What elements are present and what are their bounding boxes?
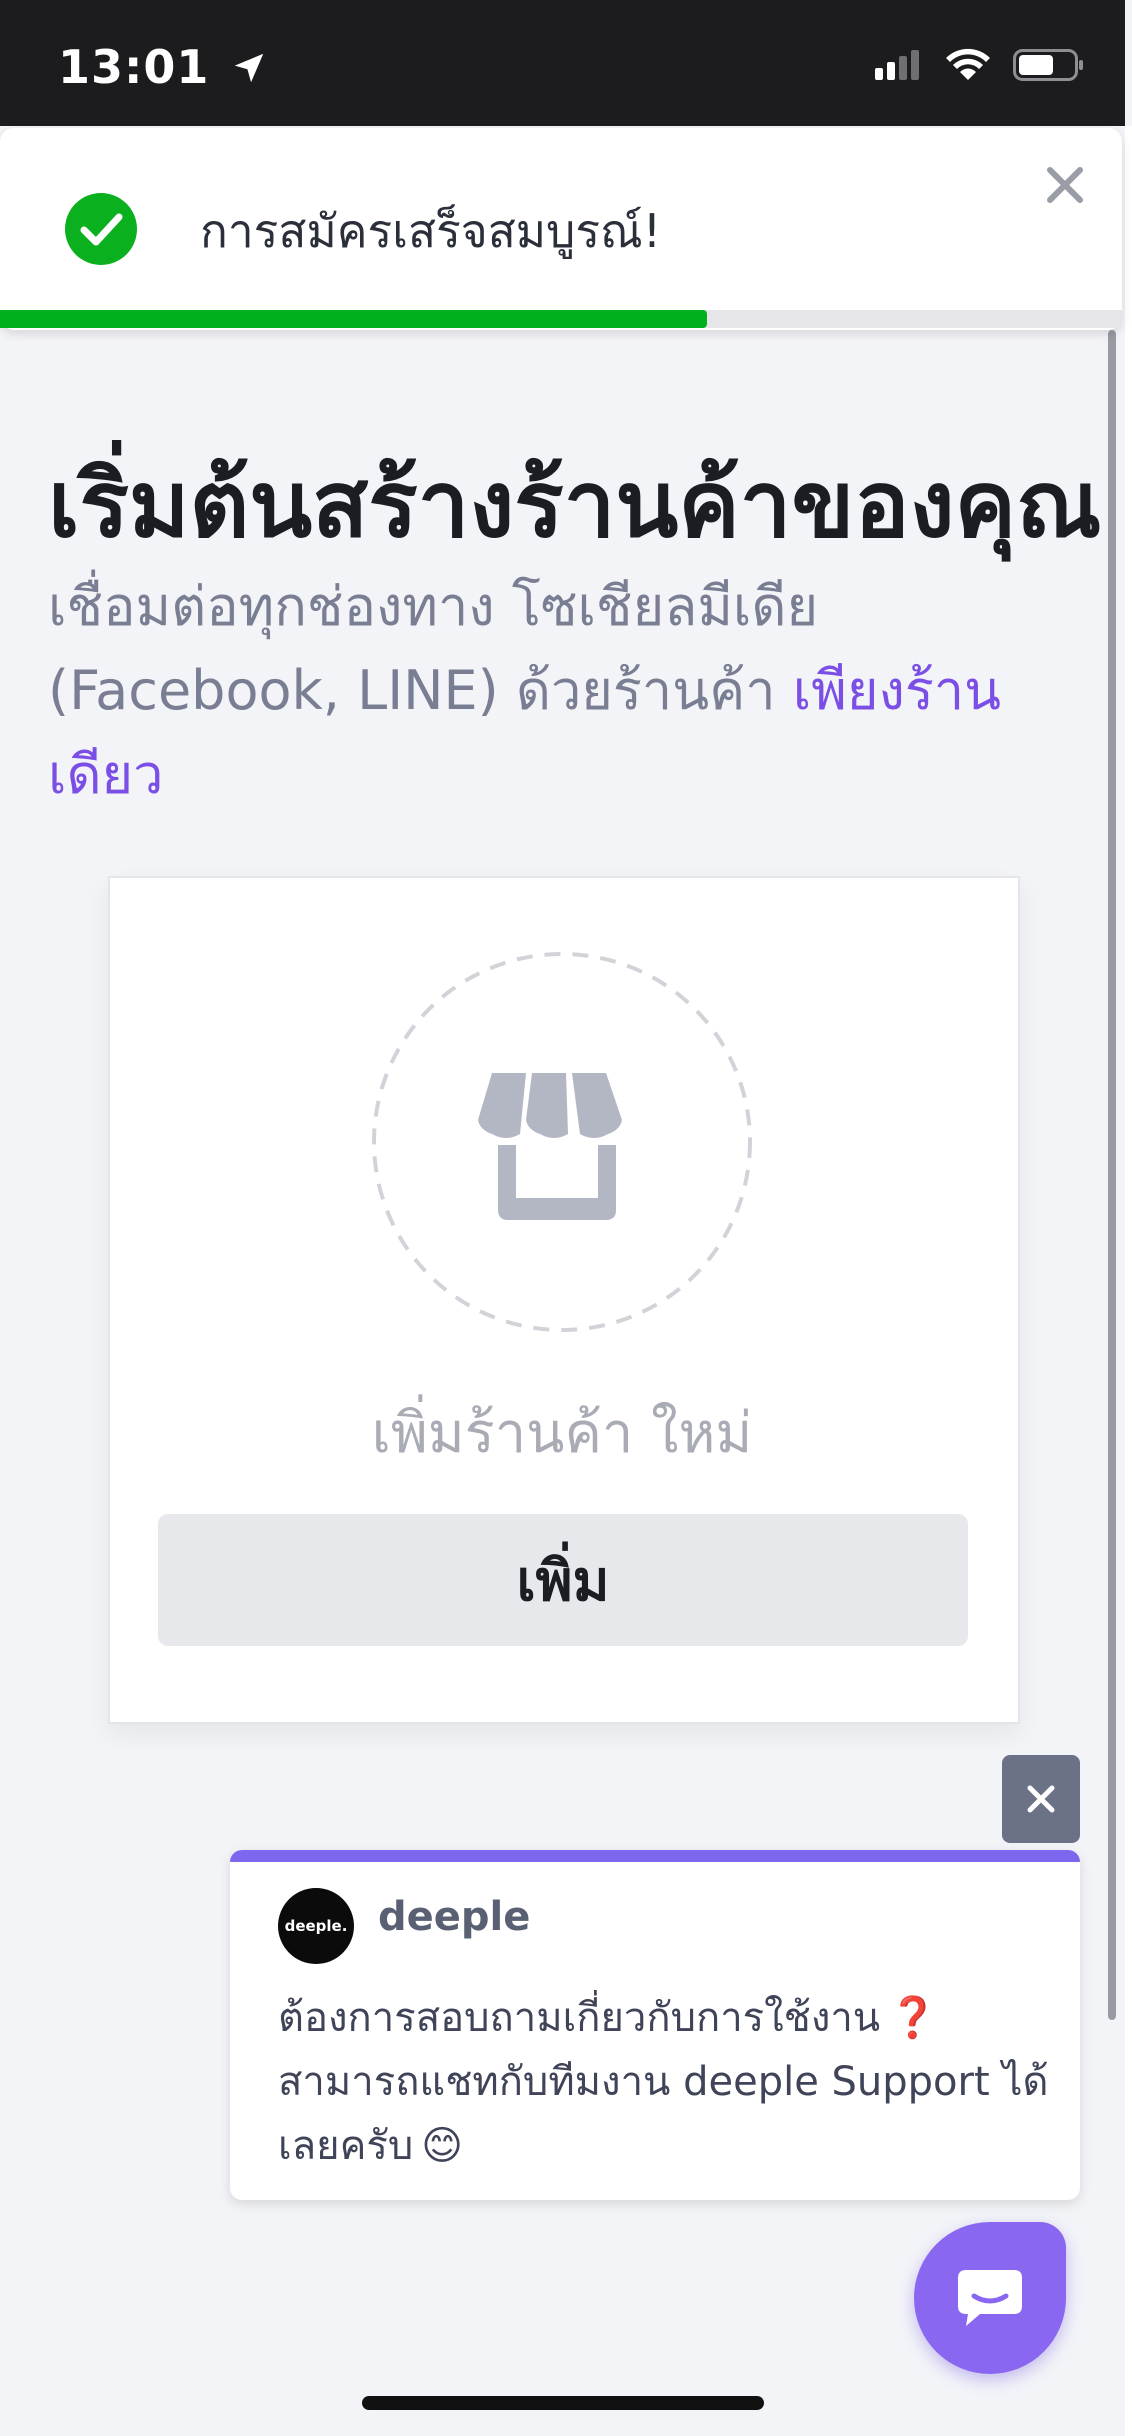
store-icon (478, 1073, 622, 1220)
status-time: 13:01 (58, 40, 268, 94)
avatar: deeple. (278, 1888, 354, 1964)
page-subtitle: เชื่อมต่อทุกช่องทาง โซเชียลมีเดีย (Faceb… (48, 565, 1088, 817)
check-circle-icon (65, 193, 137, 265)
scrollbar[interactable] (1108, 330, 1116, 2020)
chat-message-line-3: เลยครับ 😊 (278, 2114, 1058, 2178)
page-right-edge (1125, 126, 1132, 2436)
smile-emoji-icon: 😊 (421, 2123, 463, 2169)
chat-message: ต้องการสอบถามเกี่ยวกับการใช้งาน ❓ สามารถแ… (278, 1986, 1058, 2178)
add-store-button[interactable]: เพิ่ม (158, 1514, 968, 1646)
subtitle-line-1: เชื่อมต่อทุกช่องทาง โซเชียลมีเดีย (48, 575, 819, 638)
cellular-signal-icon (875, 50, 919, 80)
status-time-text: 13:01 (58, 40, 210, 94)
location-arrow-icon (235, 53, 264, 83)
chat-popup[interactable]: deeple. deeple ต้องการสอบถามเกี่ยวกับการ… (230, 1850, 1080, 2200)
chat-popup-close-button[interactable] (1002, 1755, 1080, 1843)
store-placeholder (372, 952, 752, 1332)
chat-message-text-1: ต้องการสอบถามเกี่ยวกับการใช้งาน (278, 1995, 881, 2041)
subtitle-highlight: เพียงร้าน (792, 659, 1002, 722)
chat-popup-accent-bar (230, 1850, 1080, 1862)
chat-message-text-3: เลยครับ (278, 2123, 414, 2169)
chat-launcher-button[interactable] (914, 2222, 1066, 2374)
chat-brand-name: deeple (378, 1894, 531, 1940)
chat-message-line-1: ต้องการสอบถามเกี่ยวกับการใช้งาน ❓ (278, 1986, 1058, 2050)
status-bar: 13:01 (0, 0, 1125, 126)
status-icons (873, 48, 1085, 82)
toast-message: การสมัครเสร็จสมบูรณ์! (200, 204, 662, 258)
wifi-icon (946, 48, 990, 80)
home-indicator (362, 2396, 764, 2410)
battery-icon (1013, 49, 1083, 81)
toast-close-icon[interactable] (1040, 160, 1090, 210)
chat-bubble-icon (958, 2270, 1022, 2326)
subtitle-highlight-continued: เดียว (48, 743, 164, 806)
close-icon (1027, 1785, 1055, 1813)
toast-progress-bar (0, 310, 707, 328)
chat-message-line-2: สามารถแชทกับทีมงาน deeple Support ได้ (278, 2059, 1049, 2105)
add-store-label: เพิ่มร้านค้า ใหม่ (371, 1401, 753, 1466)
subtitle-line-2: (Facebook, LINE) ด้วยร้านค้า (48, 659, 793, 722)
question-mark-icon: ❓ (888, 1995, 938, 2041)
page-title: เริ่มต้นสร้างร้านค้าของคุณ (48, 451, 1102, 558)
